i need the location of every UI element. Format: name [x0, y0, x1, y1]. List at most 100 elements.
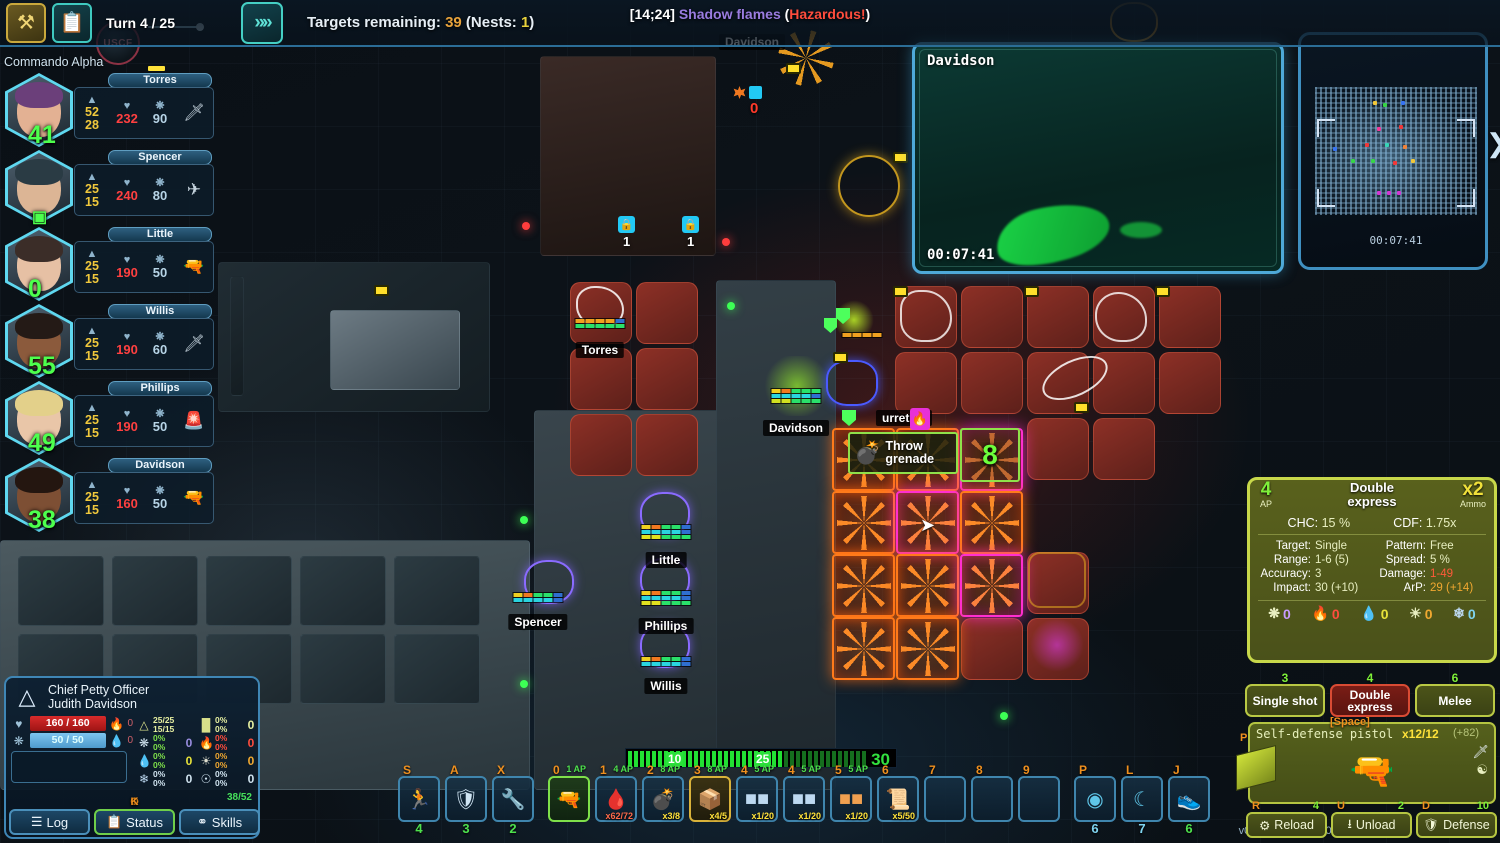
- fire-status-icon: 🔥: [910, 408, 930, 430]
- hotbar-slot-mine[interactable]: 3 8 AP 📦 x4/5: [689, 763, 731, 822]
- minimap-timer: 00:07:41: [1369, 234, 1423, 247]
- weapon-mode-title: Double express: [1347, 480, 1397, 509]
- camera-feed-panel[interactable]: Davidson 00:07:41: [912, 42, 1284, 274]
- item-tag[interactable]: [1024, 286, 1039, 297]
- status-button-label: Status: [126, 814, 164, 830]
- minimap-dot: [1351, 159, 1355, 163]
- sprint-icon: 🏃: [406, 788, 432, 811]
- smg-icon[interactable]: 🔫: [175, 257, 213, 277]
- slot-count: 6: [1091, 821, 1099, 836]
- map-hazard-cell: [636, 282, 698, 344]
- hotbar-slot-sprint[interactable]: S 🏃 4: [398, 763, 440, 836]
- minimap-canvas[interactable]: [1315, 87, 1477, 215]
- item-tag[interactable]: [374, 285, 389, 296]
- weapon-ammo-cost: x2 Ammo: [1460, 480, 1486, 509]
- unload-button[interactable]: U 2 ⭳ Unload: [1331, 800, 1412, 838]
- squad-member-spencer[interactable]: ▣ Spencer ▲ 25 15 ♥ 240 ❋ 80 ✈: [0, 147, 215, 226]
- defense-label: Defense: [1443, 818, 1490, 832]
- slot-quantity: x62/72: [605, 811, 633, 821]
- squad-member-little[interactable]: 0 Little ▲ 25 15 ♥ 190 ❋ 50 🔫: [0, 224, 215, 303]
- hotkey-label: S: [403, 763, 412, 777]
- pistol-icon[interactable]: 🔫: [175, 488, 213, 508]
- squad-member-phillips[interactable]: 49 Phillips ▲ 25 15 ♥ 190 ❋ 50 🚨: [0, 378, 215, 457]
- equipped-weapon-slot[interactable]: Self-defense pistol x12/12 (+82) 🔫 🗡 ☯ P: [1236, 722, 1496, 804]
- stat-ap: ▲ 25 15: [75, 479, 109, 517]
- grenade-icon: 💣: [650, 788, 676, 811]
- hotkey-label: 4: [1366, 671, 1374, 685]
- map-status-icons: [733, 86, 762, 99]
- log-button[interactable]: O ☰ Log: [9, 796, 139, 835]
- hotbar-slot-ammo-blue[interactable]: 4 5 AP ■■ x1/20: [736, 763, 778, 822]
- squad-member-willis[interactable]: 55 Willis ▲ 25 15 ♥ 190 ❋ 60 🗡: [0, 301, 215, 380]
- reload-button[interactable]: R 4 ⚙ Reload: [1246, 800, 1327, 838]
- hotbar-slot-wrench[interactable]: X 🔧 2: [492, 763, 534, 836]
- throw-grenade-tooltip[interactable]: 💣 Throw grenade: [848, 432, 958, 474]
- door-lock-marker[interactable]: 🔒 1: [618, 216, 635, 249]
- stat-arp: ArP: 29 (+14): [1403, 582, 1474, 594]
- hotbar-slot-ammo-blue2[interactable]: 4 5 AP ■■ x1/20: [783, 763, 825, 822]
- map-hazard-cell: [961, 352, 1023, 414]
- mode-melee[interactable]: 6 Melee: [1415, 672, 1495, 717]
- camera-blob: [989, 192, 1116, 266]
- hotbar-slot-medkit[interactable]: 1 4 AP 🩸 x62/72: [595, 763, 637, 822]
- unit-healthbars: [770, 388, 822, 404]
- camera-unit-name: Davidson: [927, 53, 995, 69]
- hotbar-slot-boot[interactable]: J 👟 6: [1168, 763, 1210, 836]
- psi-icon: ☉: [200, 772, 212, 786]
- sniper-icon[interactable]: ✈: [175, 180, 213, 200]
- door-lock-marker[interactable]: 🔒 1: [682, 216, 699, 249]
- cannon-icon[interactable]: 🚨: [175, 411, 213, 431]
- rifle-icon[interactable]: 🗡: [175, 103, 213, 123]
- hotbar-slot-shield[interactable]: A 🛡 3: [445, 763, 487, 836]
- skills-button[interactable]: K ⚭ Skills: [131, 796, 260, 835]
- stat-shield: ❋ 80: [145, 178, 175, 203]
- shotgun-icon[interactable]: 🗡: [175, 334, 213, 354]
- lock-count: 1: [687, 234, 695, 249]
- hotbar-slot-pistol[interactable]: 0 1 AP 🔫: [548, 763, 590, 822]
- item-tag[interactable]: [786, 63, 801, 74]
- lock-icon: 🔒: [618, 216, 635, 233]
- hotbar-slot-grenade[interactable]: 2 8 AP 💣 x3/8: [642, 763, 684, 822]
- unit-name: Phillips: [638, 618, 694, 634]
- item-tag[interactable]: [893, 286, 908, 297]
- ammo-label: Ammo: [1459, 499, 1486, 509]
- slot-ap-cost: 5 AP: [801, 764, 821, 774]
- aoe-target-count: 8: [960, 428, 1020, 482]
- hotbar-slot-ammo-orange[interactable]: 5 5 AP ■■ x1/20: [830, 763, 872, 822]
- minimap-panel[interactable]: 00:07:41: [1298, 32, 1488, 270]
- minimap-dot: [1393, 161, 1397, 165]
- element-chem: 💧 0: [1360, 605, 1389, 622]
- defense-button[interactable]: D 10 🛡 Defense: [1416, 800, 1497, 838]
- item-tag[interactable]: [893, 152, 908, 163]
- unit-name: Little: [645, 552, 687, 568]
- hotkey-label: 1: [600, 763, 607, 777]
- mode-label: Double express: [1347, 687, 1393, 714]
- status-effects-box: [11, 751, 127, 783]
- bio-icon: ☀: [200, 754, 212, 768]
- status-button[interactable]: I 📋 Status: [94, 796, 175, 835]
- hotkey-label: 8: [976, 763, 983, 777]
- squad-member-davidson[interactable]: 38 Davidson ▲ 25 15 ♥ 160 ❋ 50 🔫: [0, 455, 215, 534]
- cursor-arrow-icon: ➤: [920, 515, 936, 535]
- flame-icon: 🔥: [199, 736, 214, 750]
- weapon-name: Self-defense pistol: [1256, 727, 1394, 741]
- item-tag[interactable]: [833, 352, 848, 363]
- hotbar-slot-empty-9[interactable]: 9: [1018, 763, 1060, 822]
- hotbar-slot-empty-7[interactable]: 7: [924, 763, 966, 822]
- minimap-dot: [1333, 147, 1337, 151]
- hotbar-slot-empty-8[interactable]: 8: [971, 763, 1013, 822]
- mode-single-shot[interactable]: 3 Single shot: [1245, 672, 1325, 717]
- hotbar-slot-ration[interactable]: 6 📜 x5/50: [877, 763, 919, 822]
- chevron-right-icon[interactable]: ❯: [1486, 128, 1500, 159]
- map-hazard-cell: [636, 348, 698, 410]
- camera-viewport: [919, 49, 1277, 267]
- xp-counter: 38/52: [226, 792, 252, 803]
- hotkey-label: P: [1079, 763, 1088, 777]
- mode-double-express[interactable]: 4 Double express: [1330, 672, 1410, 717]
- hotbar-slot-cycle[interactable]: P ◉ 6: [1074, 763, 1116, 836]
- hotbar-slot-moon[interactable]: L ☾ 7: [1121, 763, 1163, 836]
- item-tag[interactable]: [1074, 402, 1089, 413]
- ammo-value: x2: [1462, 479, 1484, 500]
- squad-member-torres[interactable]: 41 Torres ▲ 52 28 ♥ 232 ❋ 90 🗡: [0, 66, 215, 149]
- item-tag[interactable]: [1155, 286, 1170, 297]
